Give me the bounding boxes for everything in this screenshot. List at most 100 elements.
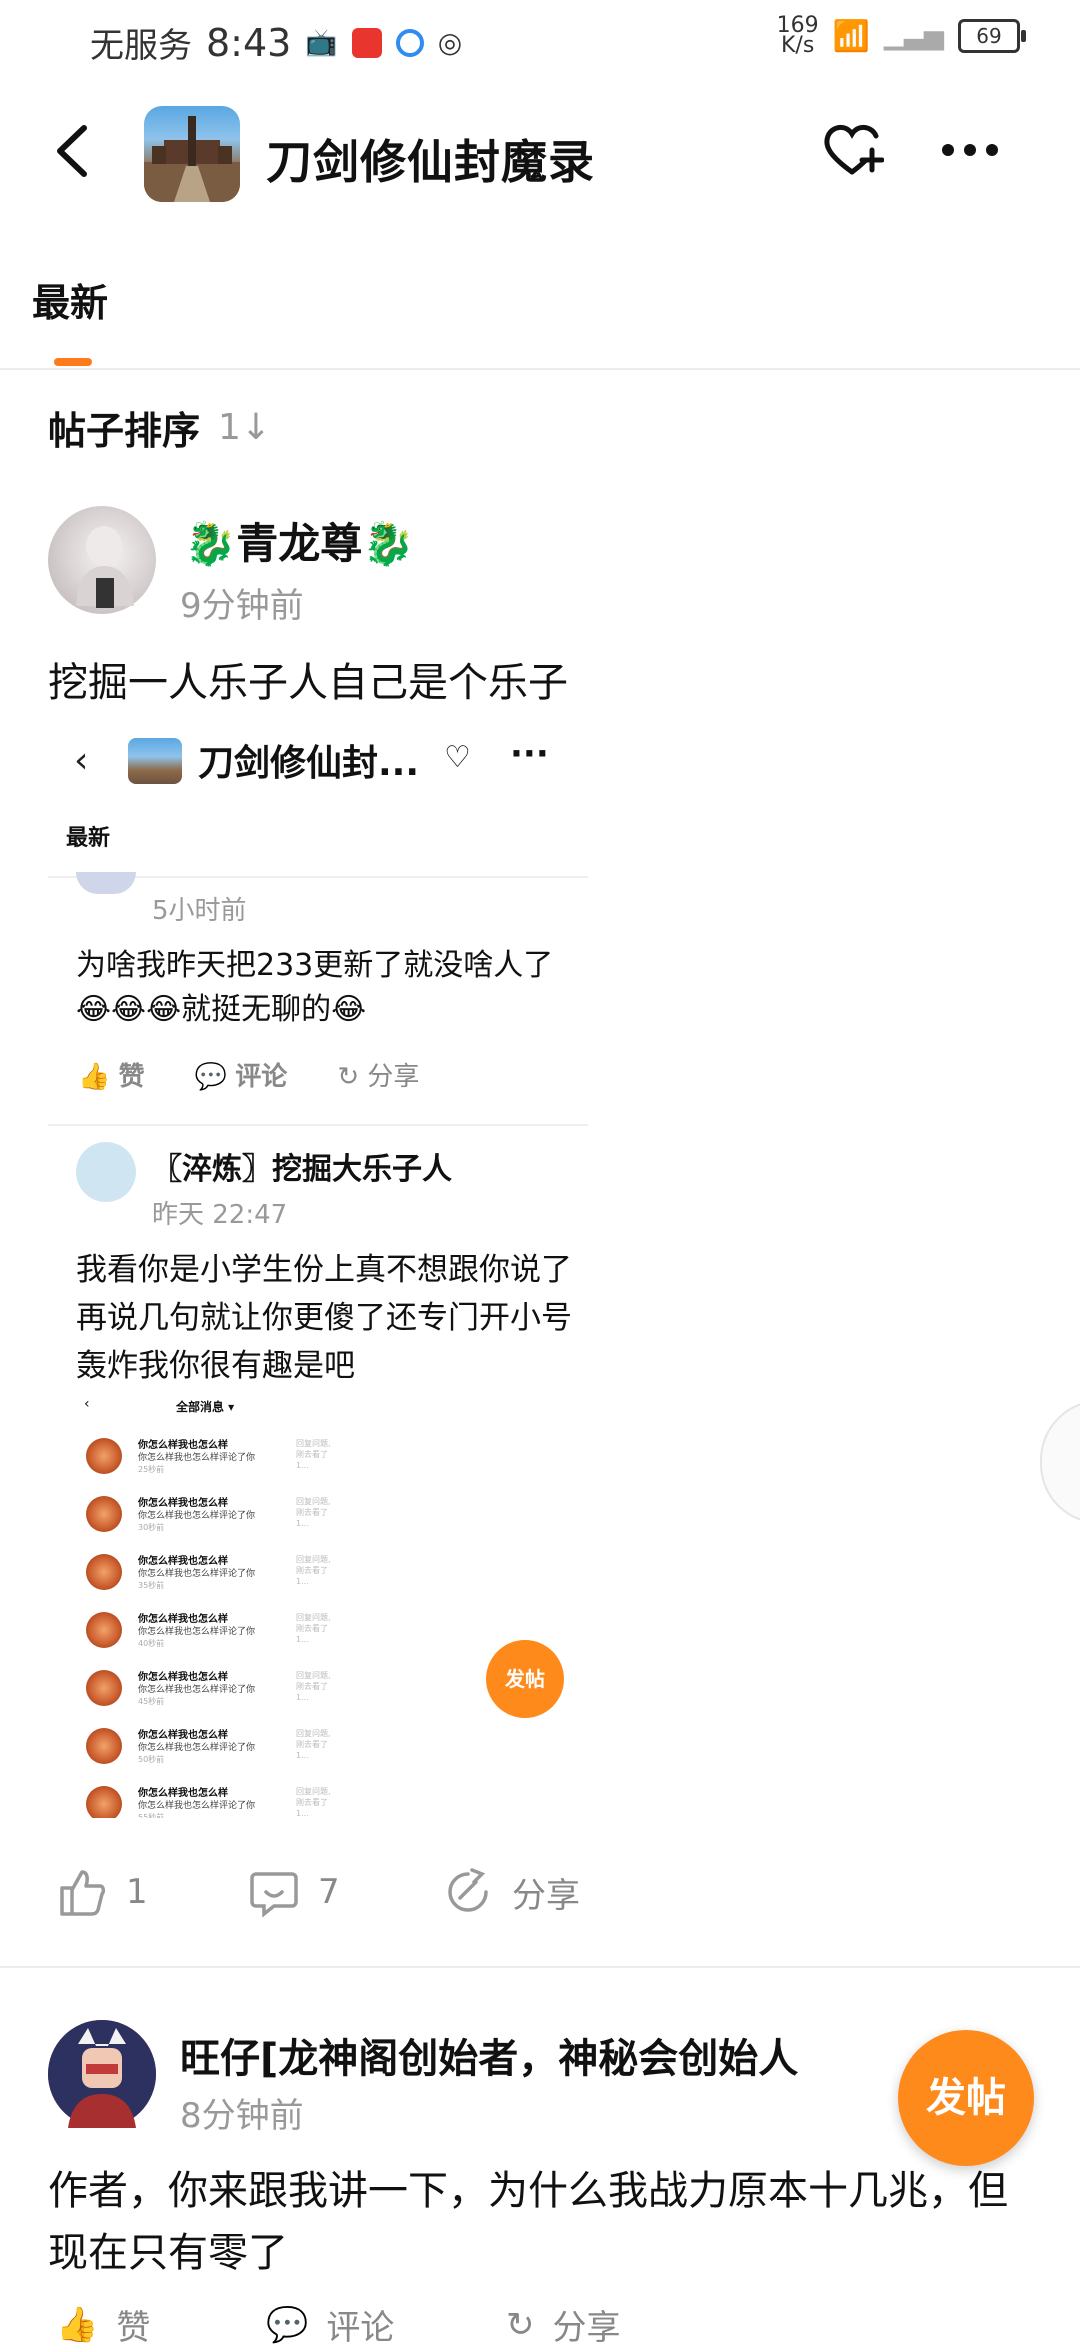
post-image[interactable]: ‹ 刀剑修仙封... ♡ ··· 最新 5小时前 为啥我昨天把233更新了就没啥… [48,720,608,1820]
inner-row-t2: 你怎么样我也怎么样评论了你 [138,1569,256,1579]
inner-notification-row: 你怎么样我也怎么样 你怎么样我也怎么样评论了你 45秒前 回复问题,刚去看了1... [76,1662,376,1718]
inner-row-avatar [86,1612,122,1648]
post-avatar[interactable] [48,506,156,614]
forum-title: 刀剑修仙封魔录 [266,135,595,189]
inner-row-avatar [86,1786,122,1818]
embedded-like: 👍 赞 [78,1062,145,1092]
embedded-post-fab: 发帖 [486,1640,564,1718]
back-arrow-icon [57,125,87,177]
embedded-tab-latest: 最新 [66,826,111,851]
embedded-share: ↻ 分享 [337,1062,420,1092]
comment-icon: 💬 [266,2304,309,2345]
back-button[interactable] [40,116,110,186]
app-notification-icon [351,27,382,58]
embedded-actions: 👍 赞 💬 评论 ↻ 分享 [78,1056,419,1093]
inner-row-t4: 回复问题,刚去看了1... [296,1555,331,1586]
more-button[interactable] [940,140,1000,160]
embedded-avatar-partial [76,872,136,894]
post-username[interactable]: 旺仔[龙神阁创始者，神秘会创始人 [180,2026,798,2084]
share-label: 分享 [552,2308,621,2348]
inner-row-t4: 回复问题,刚去看了1... [296,1729,331,1760]
comment-icon [250,1872,298,1918]
post-divider [0,1966,1080,1968]
inner-row-t1: 你怎么样我也怎么样 [138,1440,228,1451]
clock: 8:43 [206,20,292,65]
inner-notification-row: 你怎么样我也怎么样 你怎么样我也怎么样评论了你 40秒前 回复问题,刚去看了1... [76,1604,376,1660]
inner-row-t3: 25秒前 [138,1465,165,1474]
post-avatar[interactable] [48,2020,156,2128]
inner-row-avatar [86,1728,122,1764]
inner-notification-row: 你怎么样我也怎么样 你怎么样我也怎么样评论了你 50秒前 回复问题,刚去看了1... [76,1720,376,1776]
inner-row-t3: 45秒前 [138,1697,165,1706]
more-dots-icon [942,144,998,156]
inner-row-avatar [86,1554,122,1590]
comment-label: 评论 [326,2308,395,2348]
embedded-forum-avatar [128,738,182,784]
inner-title: 全部消息 ▾ [176,1400,235,1414]
like-count: 1 [126,1872,148,1912]
network-speed: 169 K/s [776,13,819,58]
new-post-fab[interactable]: 发帖 [898,2030,1034,2166]
embedded-time1: 5小时前 [152,896,247,926]
inner-row-avatar [86,1438,122,1474]
battery-icon: 69 [958,19,1026,53]
thumbs-up-icon: 👍 [56,2304,99,2345]
inner-row-t3: 30秒前 [138,1523,165,1532]
side-drawer-handle[interactable] [1040,1400,1080,1524]
inner-back-icon: ‹ [84,1396,90,1412]
inner-header: ‹ 全部消息 ▾ [76,1388,376,1428]
inner-row-t1: 你怎么样我也怎么样 [138,1672,228,1683]
battery-level: 69 [976,24,1002,48]
inner-notification-row: 你怎么样我也怎么样你怎么样我也怎么样评论了你 25秒前 回复问题,刚去看了1... [76,1430,376,1486]
inner-row-t2: 你怎么样我也怎么样评论了你 [138,1743,256,1753]
status-right: 169 K/s 📶 ▁▃▅ 69 [776,13,1026,58]
share-button[interactable]: ↻ 分享 [506,2300,621,2349]
inner-row-t4: 回复问题,刚去看了1... [296,1497,331,1528]
post-actions: 1 7 分享 [56,1866,616,1936]
inner-row-avatar [86,1670,122,1706]
inner-notification-row: 你怎么样我也怎么样 你怎么样我也怎么样评论了你 35秒前 回复问题,刚去看了1... [76,1546,376,1602]
inner-row-t4: 回复问题,刚去看了1... [296,1613,331,1644]
embedded-user2: 〖淬炼〗挖掘大乐子人 [152,1152,452,1187]
embedded-back-icon: ‹ [74,740,89,781]
comment-button[interactable]: 💬 评论 [266,2300,394,2349]
inner-row-t2: 你怎么样我也怎么样评论了你 [138,1453,256,1463]
tab-latest[interactable]: 最新 [32,272,108,327]
embedded-text2: 我看你是小学生份上真不想跟你说了再说几句就让你更傻了还专门开小号轰炸我你很有趣是… [76,1252,572,1384]
share-icon [448,1868,488,1912]
embedded-text1: 为啥我昨天把233更新了就没啥人了😂😂😂就挺无聊的😂 [76,948,554,1027]
sort-control[interactable]: 帖子排序 1↓ [48,400,271,455]
thumbs-up-icon [60,1870,106,1916]
inner-row-t1: 你怎么样我也怎么样 [138,1730,228,1741]
inner-row-t1: 你怎么样我也怎么样 [138,1498,228,1509]
post-time: 8分钟前 [180,2096,304,2136]
forum-avatar[interactable] [144,106,240,202]
like-button[interactable]: 👍 赞 [56,2300,150,2349]
post-content[interactable]: 作者，你来跟我讲一下，为什么我战力原本十几兆，但现在只有零了 [48,2160,1028,2284]
inner-notification-row: 你怎么样我也怎么样 你怎么样我也怎么样评论了你 55秒前 回复问题,刚去看了1... [76,1778,376,1818]
share-button[interactable]: 分享 [442,1866,580,1918]
inner-row-t2: 你怎么样我也怎么样评论了你 [138,1801,256,1811]
sort-icon: 1↓ [218,407,272,448]
heart-plus-icon [824,125,885,175]
like-label: 赞 [116,2308,151,2348]
embedded-forum-title: 刀剑修仙封... [198,743,420,784]
forum-header: 刀剑修仙封魔录 [0,90,1080,220]
comment-count: 7 [318,1872,340,1912]
sort-label: 帖子排序 [48,409,201,453]
embedded-divider-2 [48,1124,588,1126]
inner-notification-row: 你怎么样我也怎么样你怎么样我也怎么样评论了你 30秒前 回复问题,刚去看了1... [76,1488,376,1544]
post-content[interactable]: 挖掘一人乐子人自己是个乐子 [48,650,568,708]
like-button[interactable]: 1 [56,1866,148,1918]
embedded-inner-screenshot: ‹ 全部消息 ▾ 你怎么样我也怎么样 你怎么样我也怎么样评论了你 25秒前 回复问题,… [76,1388,376,1818]
inner-row-t4: 回复问题,刚去看了1... [296,1439,331,1470]
signal-icon: ▁▃▅ [884,21,944,51]
follow-button[interactable] [820,118,885,182]
inner-row-t3: 35秒前 [138,1581,165,1590]
carrier-text: 无服务 [90,26,192,66]
inner-row-t2: 你怎么样我也怎么样评论了你 [138,1511,256,1521]
comment-button[interactable]: 7 [248,1866,340,1918]
inner-row-avatar [86,1496,122,1532]
inner-row-t2: 你怎么样我也怎么样评论了你 [138,1685,256,1695]
post-username[interactable]: 🐉青龙尊🐉 [184,510,415,571]
